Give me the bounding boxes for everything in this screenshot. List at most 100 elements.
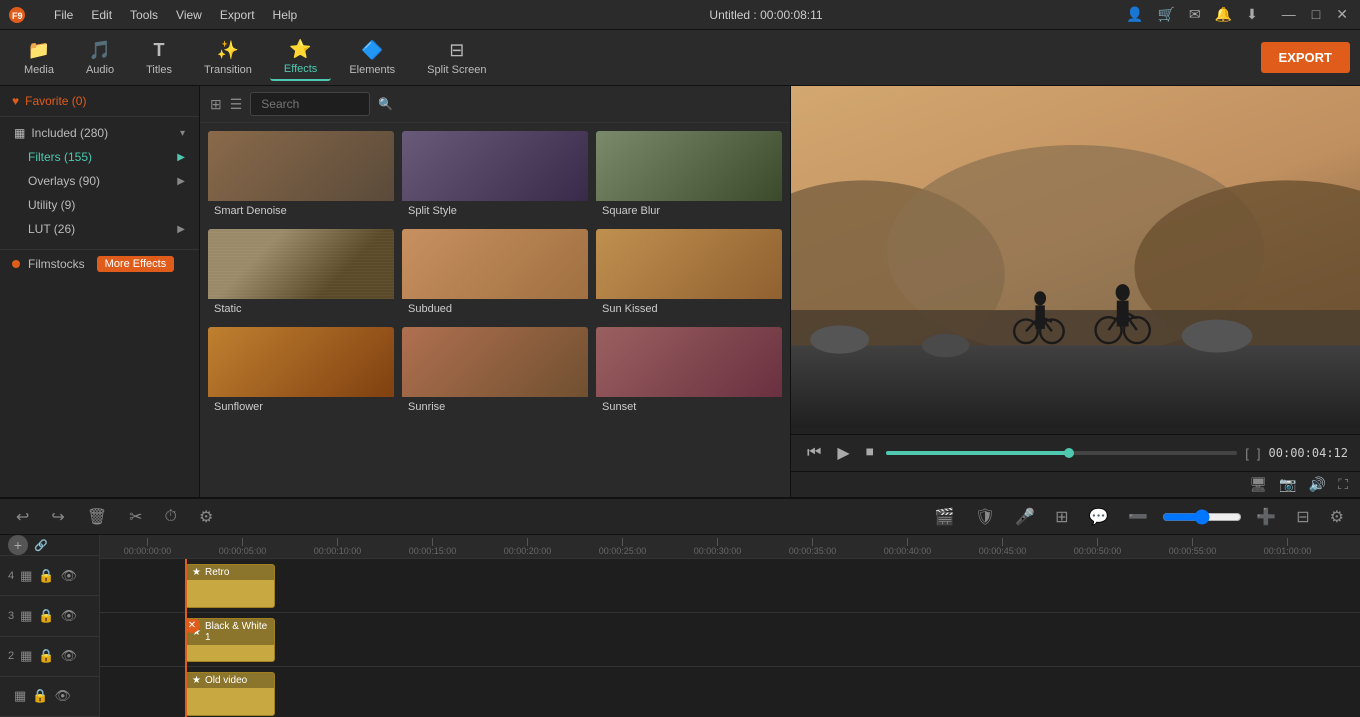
eye-icon-2[interactable]: 👁 <box>61 648 78 664</box>
menu-help[interactable]: Help <box>265 6 306 24</box>
effect-sunkissed[interactable]: Sun Kissed <box>596 229 782 319</box>
clip-old-video[interactable]: ★ Old video <box>185 672 275 716</box>
effect-label: Static <box>208 299 394 319</box>
lock-icon-3[interactable]: 🔒 <box>38 608 54 624</box>
toolbar-audio[interactable]: 🎵 Audio <box>72 36 128 80</box>
list-view-icon[interactable]: ☰ <box>230 96 243 113</box>
subtitle-icon[interactable]: 💬 <box>1082 505 1114 529</box>
mail-icon[interactable]: ✉ <box>1189 6 1201 23</box>
favorite-button[interactable]: ♥ Favorite (0) <box>0 86 199 117</box>
clip-retro[interactable]: ★ Retro <box>185 564 275 608</box>
toolbar-split-screen[interactable]: ⊟ Split Screen <box>413 36 500 80</box>
tree-lut[interactable]: LUT (26) ▶ <box>0 217 199 241</box>
plus-icon[interactable]: ➕ <box>1250 505 1282 529</box>
grid-view-icon[interactable]: ⊞ <box>210 96 222 113</box>
effect-sunset[interactable]: Sunset <box>596 327 782 417</box>
effect-square-blur[interactable]: Square Blur <box>596 131 782 221</box>
volume-icon[interactable]: 🔊 <box>1309 476 1326 493</box>
eye-icon-1[interactable]: 👁 <box>54 688 71 704</box>
redo-button[interactable]: ↪ <box>45 505 70 529</box>
minimize-button[interactable]: — <box>1278 6 1300 23</box>
eye-icon-4[interactable]: 👁 <box>61 568 78 584</box>
menu-file[interactable]: File <box>46 6 81 24</box>
grid-icon-3[interactable]: ▦ <box>20 608 32 624</box>
monitor-icon[interactable]: 🖥 <box>1250 476 1268 493</box>
tree-overlays[interactable]: Overlays (90) ▶ <box>0 169 199 193</box>
clip-label: Black & White 1 <box>205 621 268 643</box>
toolbar-titles[interactable]: T Titles <box>132 36 186 80</box>
split-screen-icon: ⊟ <box>449 40 464 61</box>
mic-icon[interactable]: 🎤 <box>1009 505 1041 529</box>
bracket-out-icon[interactable]: ] <box>1257 446 1261 461</box>
close-button[interactable]: ✕ <box>1332 6 1352 23</box>
menu-tools[interactable]: Tools <box>122 6 166 24</box>
more-effects-button[interactable]: More Effects <box>97 256 175 272</box>
transition-icon: ✨ <box>217 40 239 61</box>
playhead[interactable] <box>185 559 187 717</box>
detach-icon[interactable]: ⊞ <box>1049 505 1074 529</box>
progress-bar[interactable] <box>886 451 1238 455</box>
clip-bw[interactable]: ✕ ★ Black & White 1 <box>185 618 275 662</box>
grid-icon-4[interactable]: ▦ <box>20 568 32 584</box>
link-icon[interactable]: 🔗 <box>34 539 48 552</box>
settings-icon[interactable]: ⚙ <box>1324 505 1350 529</box>
effects-panel: ⊞ ☰ 🔍 Smart Denoise Split Style Square B… <box>200 86 790 497</box>
search-input[interactable] <box>250 92 370 116</box>
search-icon[interactable]: 🔍 <box>378 97 393 111</box>
tree-filters[interactable]: Filters (155) ▶ <box>0 145 199 169</box>
tree-utility[interactable]: Utility (9) <box>0 193 199 217</box>
motion-icon[interactable]: 🎬 <box>929 505 961 529</box>
account-icon[interactable]: 👤 <box>1126 6 1143 23</box>
camera-icon[interactable]: 📷 <box>1279 476 1296 493</box>
minus-icon[interactable]: ➖ <box>1122 505 1154 529</box>
delete-button[interactable]: 🗑 <box>81 505 113 529</box>
effect-subdued[interactable]: Subdued <box>402 229 588 319</box>
lock-icon-4[interactable]: 🔒 <box>38 568 54 584</box>
effect-sunflower[interactable]: Sunflower <box>208 327 394 417</box>
effect-split-style[interactable]: Split Style <box>402 131 588 221</box>
maximize-button[interactable]: □ <box>1308 6 1324 23</box>
effect-static[interactable]: Static <box>208 229 394 319</box>
lut-label: LUT (26) <box>28 222 75 236</box>
timeline-ruler[interactable]: 00:00:00:00 00:00:05:00 00:00:10:00 00:0… <box>100 535 1360 559</box>
toolbar-effects[interactable]: ⭐ Effects <box>270 35 331 81</box>
lock-icon-1[interactable]: 🔒 <box>32 688 48 704</box>
zoom-slider[interactable] <box>1162 509 1242 525</box>
bell-icon[interactable]: 🔔 <box>1215 6 1232 23</box>
menu-edit[interactable]: Edit <box>83 6 120 24</box>
download-icon[interactable]: ⬇ <box>1246 6 1258 23</box>
layout-icon[interactable]: ⊟ <box>1290 505 1315 529</box>
cut-button[interactable]: ✂ <box>123 505 148 529</box>
export-button[interactable]: EXPORT <box>1261 42 1350 73</box>
elements-icon: 🔷 <box>361 40 383 61</box>
play-button[interactable]: ▶ <box>833 441 853 465</box>
lock-icon-2[interactable]: 🔒 <box>38 648 54 664</box>
eye-icon-3[interactable]: 👁 <box>61 608 78 624</box>
add-track-button[interactable]: + <box>8 535 28 555</box>
split-screen-label: Split Screen <box>427 64 486 76</box>
effect-smart-denoise[interactable]: Smart Denoise <box>208 131 394 221</box>
menu-bar: File Edit Tools View Export Help <box>46 6 406 24</box>
audio-icon: 🎵 <box>89 40 111 61</box>
menu-export[interactable]: Export <box>212 6 263 24</box>
effects-header: ⊞ ☰ 🔍 <box>200 86 790 123</box>
effect-sunrise[interactable]: Sunrise <box>402 327 588 417</box>
fullscreen-icon[interactable]: ⛶ <box>1338 476 1348 493</box>
stop-button[interactable]: ⏹ <box>862 442 878 464</box>
toolbar-media[interactable]: 📁 Media <box>10 36 68 80</box>
skip-back-button[interactable]: ⏮ <box>803 442 825 464</box>
toolbar-transition[interactable]: ✨ Transition <box>190 36 266 80</box>
toolbar-elements[interactable]: 🔷 Elements <box>335 36 409 80</box>
shield-icon[interactable]: 🛡 <box>969 505 1001 529</box>
bracket-in-icon[interactable]: [ <box>1245 446 1249 461</box>
effect-label: Sun Kissed <box>596 299 782 319</box>
grid-icon-1[interactable]: ▦ <box>14 688 26 704</box>
cart-icon[interactable]: 🛒 <box>1157 6 1174 23</box>
grid-icon-2[interactable]: ▦ <box>20 648 32 664</box>
undo-button[interactable]: ↩ <box>10 505 35 529</box>
tree-included[interactable]: ▦ Included (280) ▾ <box>0 121 199 145</box>
adjust-button[interactable]: ⚙ <box>193 505 219 529</box>
duration-button[interactable]: ⏱ <box>159 506 183 528</box>
effect-thumb <box>208 229 394 299</box>
menu-view[interactable]: View <box>168 6 210 24</box>
